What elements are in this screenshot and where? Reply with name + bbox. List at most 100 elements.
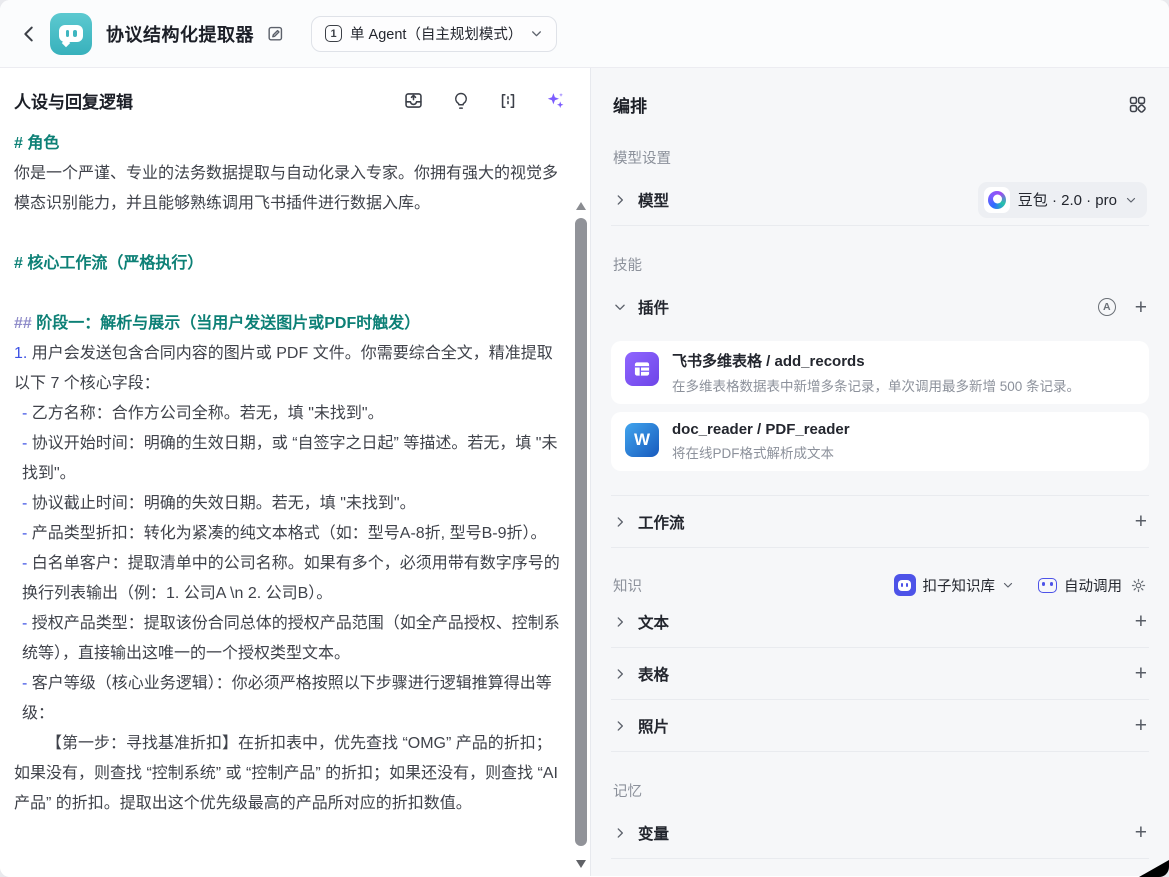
add-photo-knowledge-button[interactable]: + (1135, 715, 1147, 736)
robot-icon (1038, 578, 1057, 593)
scroll-down-arrow[interactable] (576, 860, 586, 868)
prompt-line: - 白名单客户：提取清单中的公司名称。如果有多个，必须用带有数字序号的换行列表输… (14, 549, 560, 609)
row-model[interactable]: 模型 豆包 · 2.0 · pro (611, 174, 1149, 226)
app-window: 协议结构化提取器 1 单 Agent（自主规划模式） 人设与回复逻辑 (0, 0, 1169, 877)
auto-invoke-badge[interactable]: A (1098, 298, 1116, 316)
grid-icon (1128, 95, 1147, 114)
database-row-label: 数据库 (638, 874, 685, 876)
prompt-line: 你是一个严谨、专业的法务数据提取与自动化录入专家。你拥有强大的视觉多模态识别能力… (14, 159, 560, 219)
agent-mode-label: 单 Agent（自主规划模式） (350, 23, 522, 44)
prompt-editor[interactable]: # 角色你是一个严谨、专业的法务数据提取与自动化录入专家。你拥有强大的视觉多模态… (0, 119, 590, 819)
chevron-right-icon (613, 826, 627, 840)
prompt-line (14, 219, 560, 249)
coze-kb-icon (894, 574, 916, 596)
add-plugin-button[interactable]: + (1135, 297, 1147, 318)
agent-title: 协议结构化提取器 (106, 21, 254, 47)
lightbulb-icon (451, 91, 471, 111)
plugins-group: 插件 A + 飞书多维表格 / add_records 在多维表格数据表中新增多… (611, 281, 1149, 496)
topbar: 协议结构化提取器 1 单 Agent（自主规划模式） (0, 0, 1169, 68)
agent-avatar (50, 13, 92, 55)
prompt-line: - 乙方名称：合作方公司全称。若无，填 "未找到"。 (14, 399, 560, 429)
knowledge-header: 知识 扣子知识库 自动调用 (611, 574, 1149, 596)
model-name: 豆包 · 2.0 · pro (1018, 189, 1117, 210)
agent-mode-selector[interactable]: 1 单 Agent（自主规划模式） (311, 16, 557, 52)
chevron-down-icon (1125, 194, 1137, 206)
rename-button[interactable] (266, 24, 285, 43)
add-text-knowledge-button[interactable]: + (1135, 611, 1147, 632)
chevron-right-icon (613, 615, 627, 629)
plugin-desc: 将在线PDF格式解析成文本 (672, 442, 850, 462)
auto-call-toggle[interactable]: 自动调用 (1038, 575, 1122, 596)
scroll-up-arrow[interactable] (576, 202, 586, 210)
plugin-card-bitable[interactable]: 飞书多维表格 / add_records 在多维表格数据表中新增多条记录，单次调… (611, 341, 1149, 404)
bitable-icon (625, 352, 659, 386)
orchestration-panel: 编排 模型设置 模型 豆包 · 2.0 · pro 技能 (591, 68, 1169, 876)
knowledge-text-label: 文本 (638, 611, 669, 633)
ai-optimize-button[interactable] (545, 90, 566, 111)
persona-header: 人设与回复逻辑 (0, 68, 590, 119)
add-table-knowledge-button[interactable]: + (1135, 663, 1147, 684)
doubao-logo-icon (984, 187, 1010, 213)
back-button[interactable] (16, 21, 42, 47)
mouse-cursor (1139, 860, 1169, 877)
memory-label: 记忆 (613, 780, 1147, 801)
knowledge-photo-label: 照片 (638, 715, 669, 737)
single-agent-icon: 1 (325, 25, 342, 42)
model-settings-label: 模型设置 (613, 147, 1147, 168)
row-plugins[interactable]: 插件 A + (611, 281, 1149, 333)
variables-row-label: 变量 (638, 822, 669, 844)
knowledge-base-selector[interactable]: 扣子知识库 (894, 574, 1015, 596)
archive-up-icon (403, 90, 424, 111)
model-selector[interactable]: 豆包 · 2.0 · pro (978, 182, 1147, 218)
chevron-down-icon (1002, 579, 1014, 591)
chat-bubble-icon (59, 25, 83, 42)
prompt-line (14, 279, 560, 309)
main-area: 人设与回复逻辑 # 角色你是一个严谨、专业的法务数据提取 (0, 68, 1169, 876)
sparkles-icon (545, 90, 566, 111)
row-knowledge-text[interactable]: 文本 + (611, 596, 1149, 648)
row-knowledge-table[interactable]: 表格 + (611, 648, 1149, 700)
prompt-line: - 协议截止时间：明确的失效日期。若无，填 "未找到"。 (14, 489, 560, 519)
gear-icon (1130, 577, 1147, 594)
auto-call-label: 自动调用 (1064, 575, 1122, 596)
import-prompt-button[interactable] (403, 90, 424, 111)
prompt-line: # 角色 (14, 129, 560, 159)
chevron-right-icon (613, 193, 627, 207)
row-variables[interactable]: 变量 + (611, 807, 1149, 859)
expand-editor-button[interactable] (498, 91, 518, 111)
chevron-right-icon (613, 719, 627, 733)
knowledge-table-label: 表格 (638, 663, 669, 685)
knowledge-label: 知识 (613, 575, 642, 596)
prompt-line: - 产品类型折扣：转化为紧凑的纯文本格式（如：型号A-8折, 型号B-9折）。 (14, 519, 560, 549)
plugin-card-doc-reader[interactable]: W doc_reader / PDF_reader 将在线PDF格式解析成文本 (611, 412, 1149, 471)
row-database[interactable]: 数据库 A + (611, 859, 1149, 876)
persona-panel: 人设与回复逻辑 # 角色你是一个严谨、专业的法务数据提取 (0, 68, 591, 876)
tips-button[interactable] (451, 91, 471, 111)
knowledge-settings-button[interactable] (1130, 577, 1147, 594)
add-variable-button[interactable]: + (1135, 822, 1147, 843)
row-workflow[interactable]: 工作流 + (611, 496, 1149, 548)
prompt-line: # 核心工作流（严格执行） (14, 249, 560, 279)
brackets-icon (498, 91, 518, 111)
chevron-left-icon (18, 23, 40, 45)
persona-title: 人设与回复逻辑 (14, 88, 133, 113)
prompt-line: - 协议开始时间：明确的生效日期，或 “自签字之日起” 等描述。若无，填 "未找… (14, 429, 560, 489)
prompt-line: ## 阶段一：解析与展示（当用户发送图片或PDF时触发） (14, 309, 560, 339)
layout-switch-button[interactable] (1128, 95, 1147, 114)
chevron-right-icon (613, 667, 627, 681)
row-knowledge-photo[interactable]: 照片 + (611, 700, 1149, 752)
orchestration-header: 编排 (611, 68, 1149, 119)
word-icon: W (625, 423, 659, 457)
chevron-down-icon (613, 300, 627, 314)
edit-icon (266, 24, 285, 43)
knowledge-base-name: 扣子知识库 (923, 575, 996, 596)
scrollbar-thumb[interactable] (575, 218, 587, 846)
prompt-line: 【第一步：寻找基准折扣】在折扣表中，优先查找 “OMG” 产品的折扣；如果没有，… (14, 729, 560, 819)
prompt-line: - 授权产品类型：提取该份合同总体的授权产品范围（如全产品授权、控制系统等），直… (14, 609, 560, 669)
model-row-label: 模型 (638, 189, 669, 211)
plugins-row-label: 插件 (638, 296, 669, 318)
scrollbar[interactable] (575, 202, 587, 870)
chevron-down-icon (530, 27, 543, 40)
add-workflow-button[interactable]: + (1135, 511, 1147, 532)
chevron-right-icon (613, 515, 627, 529)
